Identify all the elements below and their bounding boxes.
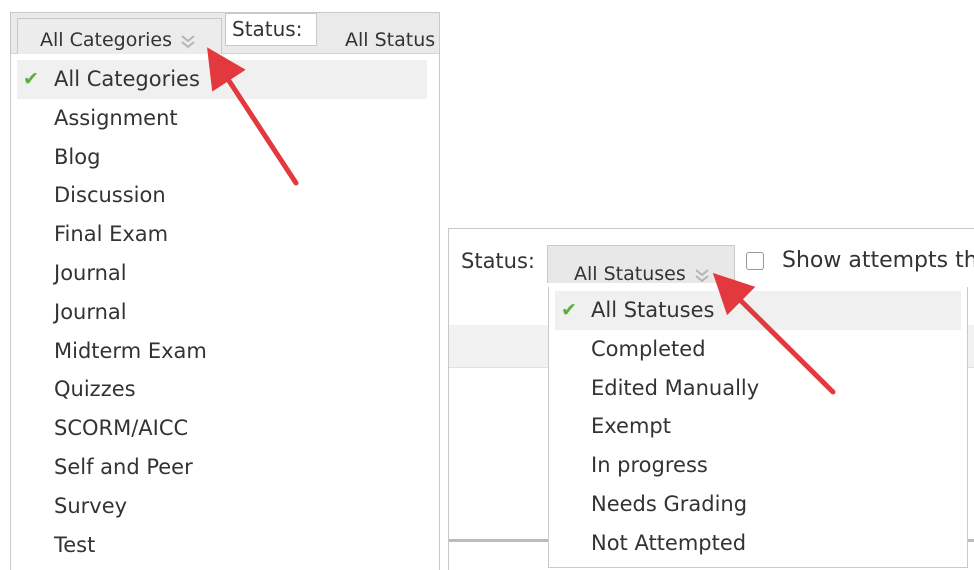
category-dropdown-label: All Categories (40, 29, 173, 51)
menu-item-completed[interactable]: Completed (555, 330, 961, 369)
menu-item-not-attempted[interactable]: Not Attempted (555, 524, 961, 563)
filter-toolbar: All Categories Status: All Status (11, 12, 439, 54)
show-attempts-checkbox[interactable] (746, 252, 764, 270)
menu-item-quizzes[interactable]: Quizzes (17, 370, 427, 409)
category-dropdown-button[interactable]: All Categories (17, 18, 222, 54)
menu-item-survey[interactable]: Survey (17, 487, 427, 526)
status-label: Status: (225, 13, 317, 46)
menu-item-self-and-peer[interactable]: Self and Peer (17, 448, 427, 487)
menu-item-journal[interactable]: Journal (17, 254, 427, 293)
status-filter-panel: Status: All Statuses Show attempts th ✔ A… (448, 228, 974, 570)
check-icon: ✔ (561, 299, 577, 321)
menu-item-test[interactable]: Test (17, 526, 427, 565)
menu-item-scorm-aicc[interactable]: SCORM/AICC (17, 409, 427, 448)
status-label: Status: (461, 249, 535, 273)
menu-item-all-categories[interactable]: ✔ All Categories (17, 60, 427, 99)
menu-item-discussion[interactable]: Discussion (17, 176, 427, 215)
show-attempts-label: Show attempts th (782, 248, 974, 273)
status-dropdown-button[interactable]: All Statuses (547, 245, 735, 285)
category-dropdown-menu: ✔ All Categories Assignment Blog Discussi… (17, 60, 427, 564)
menu-item-all-statuses[interactable]: ✔ All Statuses (555, 291, 961, 330)
menu-item-exempt[interactable]: Exempt (555, 407, 961, 446)
menu-item-blog[interactable]: Blog (17, 138, 427, 177)
menu-item-needs-grading[interactable]: Needs Grading (555, 485, 961, 524)
menu-item-journal-2[interactable]: Journal (17, 293, 427, 332)
menu-item-assignment[interactable]: Assignment (17, 99, 427, 138)
status-dropdown-button[interactable]: All Status (331, 13, 439, 53)
status-dropdown-label: All Statuses (574, 263, 686, 285)
menu-item-final-exam[interactable]: Final Exam (17, 215, 427, 254)
double-chevron-down-icon (692, 265, 712, 285)
check-icon: ✔ (23, 68, 39, 90)
status-dropdown-menu: ✔ All Statuses Completed Edited Manually … (548, 287, 968, 568)
category-filter-panel: All Categories Status: All Status ✔ All C… (10, 12, 440, 570)
menu-item-in-progress[interactable]: In progress (555, 446, 961, 485)
menu-item-midterm-exam[interactable]: Midterm Exam (17, 332, 427, 371)
menu-item-edited-manually[interactable]: Edited Manually (555, 369, 961, 408)
double-chevron-down-icon (178, 31, 198, 51)
